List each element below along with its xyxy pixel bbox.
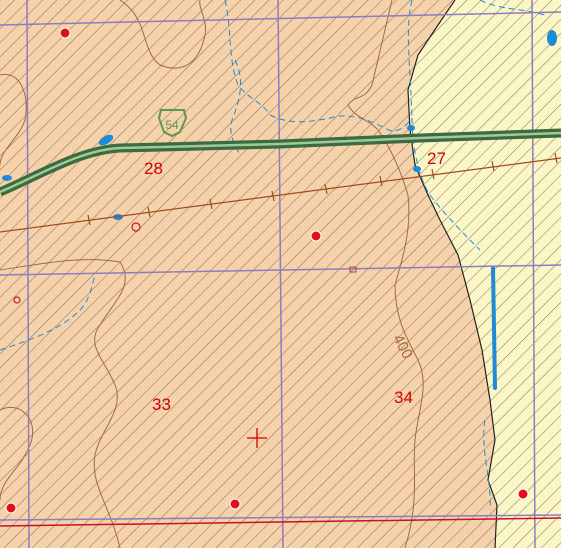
pond xyxy=(2,175,12,181)
well-point[interactable] xyxy=(310,230,322,242)
map-canvas[interactable]: 54 28 27 33 34 400 xyxy=(0,0,561,548)
section-label-27[interactable]: 27 xyxy=(427,149,446,168)
route-shield-number: 54 xyxy=(165,118,179,132)
well-point[interactable] xyxy=(517,488,529,500)
map-view[interactable]: 54 28 27 33 34 400 xyxy=(0,0,561,548)
section-label-28[interactable]: 28 xyxy=(144,159,163,178)
pond xyxy=(407,125,415,131)
section-label-33[interactable]: 33 xyxy=(152,395,171,414)
well-point[interactable] xyxy=(59,27,71,39)
pond xyxy=(547,30,557,46)
pond xyxy=(413,166,421,172)
section-label-34[interactable]: 34 xyxy=(394,388,413,407)
well-point[interactable] xyxy=(229,498,241,510)
well-point[interactable] xyxy=(5,502,17,514)
perennial-stream xyxy=(491,266,497,390)
